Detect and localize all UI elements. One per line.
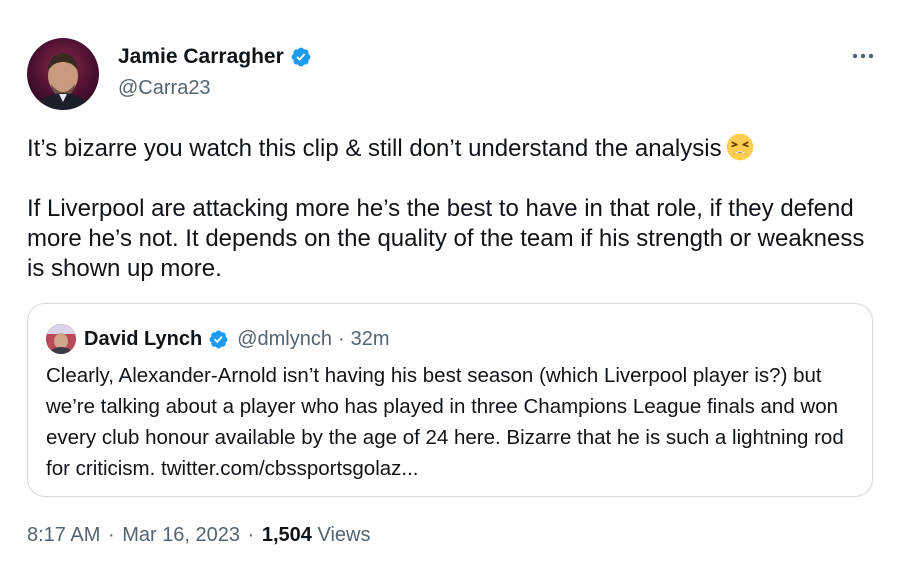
verified-badge-icon (209, 330, 228, 348)
views-label[interactable]: Views (317, 524, 370, 546)
tweet-paragraph-1-text: It’s bizarre you watch this clip & still… (27, 135, 722, 162)
avatar-portrait-graphic (37, 53, 89, 110)
quoted-tweet-text: Clearly, Alexander-Arnold isn’t having h… (46, 364, 844, 480)
tweet-text: It’s bizarre you watch this clip & still… (27, 133, 877, 284)
quoted-tweet-time[interactable]: 32m (351, 326, 390, 352)
quoted-tweet-card[interactable]: David Lynch @dmlynch · 32m Clearly, Alex… (27, 303, 873, 497)
tweet-time[interactable]: 8:17 AM (27, 524, 100, 546)
more-options-button[interactable] (848, 44, 878, 68)
tweet-footer: 8:17 AM · Mar 16, 2023 · 1,504 Views (27, 522, 370, 548)
tweet-paragraph-2: If Liverpool are attacking more he’s the… (27, 195, 865, 282)
views-count[interactable]: 1,504 (262, 524, 312, 546)
quoted-author-name[interactable]: David Lynch (84, 326, 202, 352)
footer-separator-1: · (107, 524, 115, 546)
quoted-meta-separator: · (337, 328, 345, 350)
quoted-author-avatar[interactable] (46, 324, 76, 354)
quoted-author-handle[interactable]: @dmlynch (237, 326, 332, 352)
author-name[interactable]: Jamie Carragher (118, 44, 284, 70)
tweet-card: Jamie Carragher @Carra23 It’s bizarre yo… (0, 0, 902, 576)
quoted-avatar-portrait-graphic (46, 324, 76, 354)
quoted-tweet-header: David Lynch @dmlynch · 32m (46, 324, 390, 354)
footer-separator-2: · (247, 524, 255, 546)
tired-face-emoji (726, 133, 753, 161)
author-avatar[interactable] (27, 38, 99, 110)
more-options-icon (852, 53, 874, 59)
verified-badge-icon (291, 47, 311, 67)
tweet-paragraph-1: It’s bizarre you watch this clip & still… (27, 133, 877, 164)
author-name-row[interactable]: Jamie Carragher (118, 44, 312, 70)
author-handle[interactable]: @Carra23 (118, 76, 211, 100)
tweet-date[interactable]: Mar 16, 2023 (122, 524, 240, 546)
